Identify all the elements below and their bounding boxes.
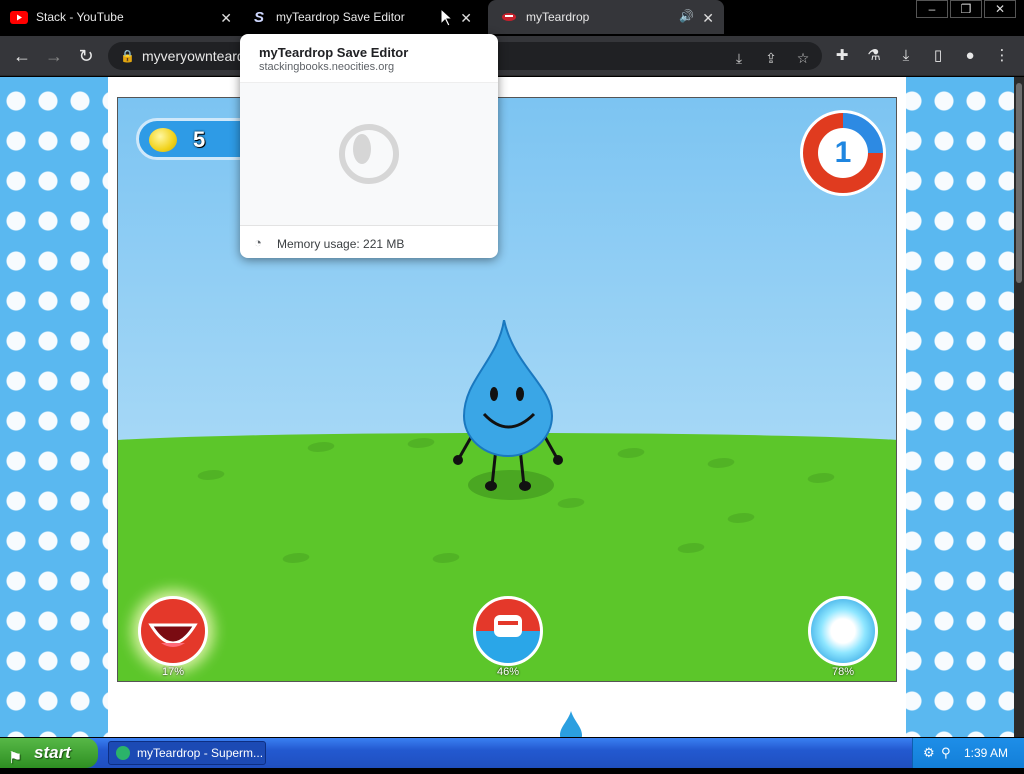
restore-button[interactable]: ❐ — [950, 0, 982, 18]
minimize-button[interactable]: – — [916, 0, 948, 18]
tab-youtube[interactable]: Stack - YouTube ✕ — [10, 0, 242, 34]
hunger-button[interactable] — [138, 596, 208, 666]
mouse-cursor-icon — [440, 8, 454, 27]
tab-bar: Stack - YouTube ✕ S myTeardrop Save Edit… — [0, 0, 1024, 36]
menu-kebab-icon[interactable]: ⋮ — [992, 46, 1012, 66]
feed-percent: 46% — [496, 666, 520, 678]
food-icon — [494, 615, 522, 637]
search-icon[interactable]: ⚲ — [941, 738, 951, 768]
close-icon[interactable]: ✕ — [702, 10, 714, 27]
address-text: myveryownteard — [142, 48, 245, 64]
hovercard-url: stackingbooks.neocities.org — [259, 61, 395, 73]
tab-hover-card: myTeardrop Save Editor stackingbooks.neo… — [240, 34, 498, 258]
tab-title: Stack - YouTube — [36, 10, 124, 24]
labs-flask-icon[interactable]: ⚗ — [864, 46, 884, 66]
close-icon[interactable]: ✕ — [220, 10, 232, 27]
start-button[interactable]: ⚑ start — [0, 738, 98, 768]
site-icon: S — [253, 8, 264, 26]
gauge-icon: ◔ — [254, 235, 262, 250]
back-icon[interactable]: ← — [10, 44, 34, 68]
tab-myteardrop[interactable]: myTeardrop 🔊 ✕ — [488, 0, 724, 34]
lock-icon: 🔒 — [120, 49, 135, 63]
close-icon[interactable]: ✕ — [460, 10, 472, 27]
teardrop-tab-icon — [500, 10, 518, 24]
start-label: start — [34, 743, 71, 762]
clock: 1:39 AM — [963, 746, 1008, 760]
coin-count: 5 — [193, 127, 206, 152]
hovercard-preview — [240, 82, 498, 226]
youtube-icon — [10, 10, 28, 24]
browser-app-icon — [116, 746, 130, 760]
coin-icon — [149, 128, 177, 152]
taskbar: ⚑ start myTeardrop - Superm... ⚙ ⚲ 1:39 … — [0, 738, 1024, 768]
game-canvas[interactable]: 5 1 17% 46% 78% — [117, 97, 897, 682]
feed-button[interactable] — [473, 596, 543, 666]
bubble-icon — [833, 621, 853, 641]
windows-flag-icon: ⚑ — [8, 750, 23, 767]
install-icon[interactable]: ⤓ — [730, 49, 748, 67]
level-number: 1 — [818, 128, 868, 178]
taskbar-item-browser[interactable]: myTeardrop - Superm... — [108, 741, 266, 765]
download-icon[interactable]: ⤓ — [896, 46, 916, 66]
clean-percent: 78% — [831, 666, 855, 678]
clean-button[interactable] — [808, 596, 878, 666]
close-window-button[interactable]: ✕ — [984, 0, 1016, 18]
side-panel-icon[interactable]: ▯ — [928, 46, 948, 66]
system-tray: ⚙ ⚲ 1:39 AM — [912, 738, 1024, 768]
hunger-percent: 17% — [161, 666, 185, 678]
teardrop-character[interactable] — [448, 320, 568, 500]
extensions-icon[interactable]: ✚ — [832, 46, 852, 66]
share-icon[interactable]: ⇪ — [762, 49, 780, 67]
window-controls: – ❐ ✕ — [914, 0, 1016, 18]
network-icon[interactable]: ⚙ — [923, 738, 935, 768]
scrollbar-thumb[interactable] — [1016, 83, 1022, 283]
level-indicator: 1 — [800, 110, 886, 196]
tab-title: myTeardrop — [526, 10, 590, 24]
tab-title: myTeardrop Save Editor — [276, 10, 405, 24]
taskbar-item-label: myTeardrop - Superm... — [137, 746, 264, 760]
teardrop-icon — [560, 711, 582, 737]
bookmark-star-icon[interactable]: ☆ — [794, 49, 812, 67]
forward-icon[interactable]: → — [42, 44, 66, 68]
audio-icon[interactable]: 🔊 — [679, 9, 694, 23]
globe-icon — [339, 124, 399, 184]
browser-toolbar: ← → ↻ 🔒 myveryownteard ⤓ ⇪ ☆ ✚ ⚗ ⤓ ▯ ● ⋮ — [0, 36, 1024, 76]
hovercard-title: myTeardrop Save Editor — [259, 45, 409, 60]
mouth-icon — [148, 623, 198, 647]
memory-usage: Memory usage: 221 MB — [277, 237, 405, 251]
page-viewport: 5 1 17% 46% 78% — [0, 77, 1014, 737]
reload-icon[interactable]: ↻ — [74, 44, 98, 68]
page-scrollbar[interactable] — [1014, 77, 1024, 737]
profile-avatar-icon[interactable]: ● — [960, 46, 980, 66]
